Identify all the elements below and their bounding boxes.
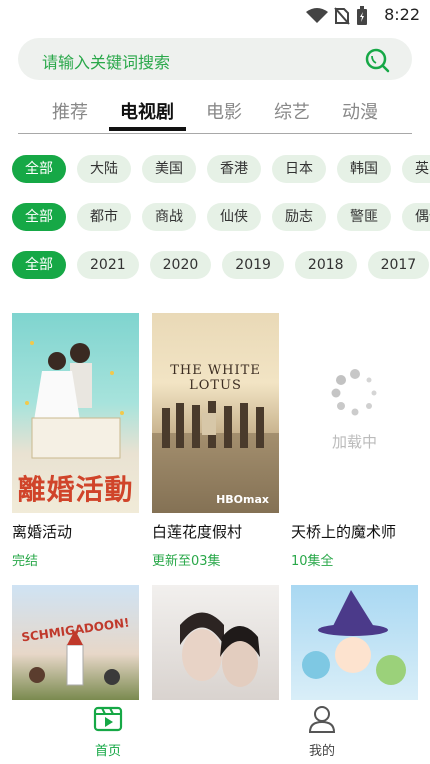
- tab-recommend[interactable]: 推荐: [52, 98, 88, 124]
- video-card[interactable]: 天桥上的魔术师 10集全: [291, 313, 418, 569]
- nav-mine-label: 我的: [308, 744, 335, 759]
- poster-brand: HBOmax: [216, 493, 269, 506]
- year-filter: 全部 2021 2020 2019 2018 2017 2016: [12, 251, 430, 281]
- wifi-icon: [306, 8, 328, 23]
- poster-image[interactable]: [291, 585, 418, 700]
- tab-movies[interactable]: 电影: [206, 98, 242, 124]
- no-sim-icon: [334, 7, 350, 25]
- video-home-icon: [93, 706, 123, 732]
- nav-home[interactable]: 首页: [68, 704, 148, 759]
- search-icon[interactable]: [364, 47, 390, 73]
- bottom-navigation: 首页 我的: [0, 700, 430, 764]
- region-filter: 全部 大陆 美国 香港 日本 韩国 英国: [12, 155, 430, 185]
- filter-chip[interactable]: 偶像: [402, 203, 430, 231]
- video-card[interactable]: 離婚活動 离婚活动 完结: [12, 313, 139, 569]
- poster-art: [180, 612, 260, 687]
- status-bar: 8:22: [0, 0, 430, 30]
- filter-chip[interactable]: 2019: [222, 251, 284, 279]
- active-tab-indicator: [109, 127, 186, 131]
- filter-chip[interactable]: 2017: [367, 251, 430, 279]
- video-card[interactable]: [291, 585, 418, 700]
- battery-icon: [357, 6, 367, 25]
- video-card[interactable]: SCHMIGADOON!: [12, 585, 139, 700]
- status-time: 8:22: [384, 5, 420, 24]
- tab-variety[interactable]: 综艺: [274, 98, 310, 124]
- tab-tv-series[interactable]: 电视剧: [120, 98, 174, 124]
- search-bar[interactable]: 请输入关键词搜索: [18, 38, 412, 80]
- card-status: 10集全: [291, 554, 334, 569]
- poster-image[interactable]: SCHMIGADOON!: [12, 585, 139, 700]
- nav-home-label: 首页: [94, 744, 121, 759]
- filter-chip[interactable]: 2021: [77, 251, 139, 279]
- poster-image[interactable]: 離婚活動: [12, 313, 139, 513]
- filter-chip[interactable]: 美国: [142, 155, 196, 183]
- filter-chip[interactable]: 2020: [149, 251, 212, 279]
- search-input[interactable]: 请输入关键词搜索: [42, 49, 170, 73]
- filter-chip[interactable]: 商战: [142, 203, 196, 231]
- poster-art: [302, 590, 406, 685]
- card-title: 天桥上的魔术师: [291, 523, 397, 541]
- card-status: 更新至03集: [152, 554, 221, 569]
- tab-anime[interactable]: 动漫: [342, 98, 378, 124]
- category-tabs: 推荐 电视剧 电影 综艺 动漫: [18, 94, 412, 134]
- filter-panel: 全部 大陆 美国 香港 日本 韩国 英国 全部 都市 商战 仙侠 励志 警匪 偶…: [0, 155, 430, 295]
- video-card[interactable]: THE WHITE LOTUS HBOmax 白莲花度假村 更新至03集: [152, 313, 279, 569]
- poster-title: 離婚活動: [17, 473, 134, 506]
- poster-title: THE WHITE LOTUS: [170, 363, 261, 393]
- poster-image[interactable]: THE WHITE LOTUS HBOmax: [152, 313, 279, 513]
- poster-image[interactable]: [152, 585, 279, 700]
- filter-chip[interactable]: 励志: [272, 203, 326, 231]
- filter-chip[interactable]: 全部: [12, 155, 66, 183]
- genre-filter: 全部 都市 商战 仙侠 励志 警匪 偶像: [12, 203, 430, 233]
- filter-chip[interactable]: 英国: [402, 155, 430, 183]
- filter-chip[interactable]: 都市: [77, 203, 131, 231]
- video-card[interactable]: [152, 585, 279, 700]
- filter-chip[interactable]: 香港: [207, 155, 261, 183]
- filter-chip[interactable]: 韩国: [337, 155, 391, 183]
- filter-chip[interactable]: 日本: [272, 155, 326, 183]
- filter-chip[interactable]: 2018: [294, 251, 357, 279]
- card-status: 完结: [12, 554, 39, 569]
- user-icon: [308, 706, 336, 733]
- filter-chip[interactable]: 警匪: [337, 203, 391, 231]
- poster-art: [152, 401, 279, 513]
- nav-mine[interactable]: 我的: [282, 704, 362, 759]
- filter-chip[interactable]: 大陆: [77, 155, 131, 183]
- card-title: 白莲花度假村: [152, 523, 243, 541]
- status-icons: [306, 6, 368, 26]
- filter-chip[interactable]: 全部: [12, 203, 66, 231]
- filter-chip[interactable]: 全部: [12, 251, 66, 279]
- filter-chip[interactable]: 仙侠: [207, 203, 261, 231]
- card-title: 离婚活动: [12, 523, 73, 541]
